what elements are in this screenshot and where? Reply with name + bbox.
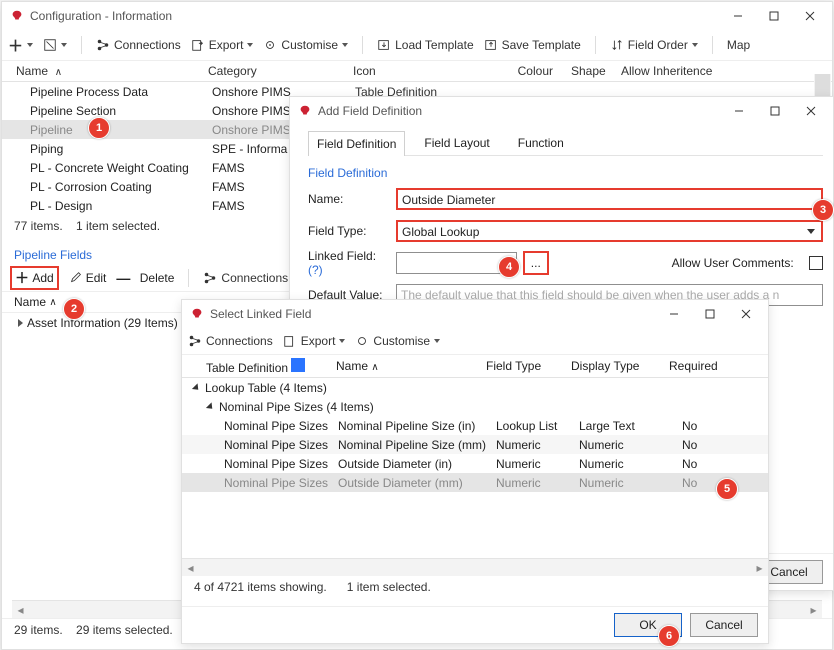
col-name[interactable]: Name ∧ [336,359,486,373]
afd-section-heading: Field Definition [308,166,823,180]
table-row[interactable]: Nominal Pipe SizesOutside Diameter (mm)N… [182,473,768,492]
titlebar: Configuration - Information [2,2,832,30]
app-icon [298,104,312,118]
close-button[interactable] [792,2,828,30]
minimize-button[interactable] [720,2,756,30]
col-field-type[interactable]: Field Type [486,359,571,373]
help-icon[interactable]: (?) [308,263,323,277]
slf-scrollbar[interactable]: ◂▸ [182,558,768,576]
customise-button[interactable]: Customise [263,38,348,52]
slf-title: Select Linked Field [210,307,656,321]
main-grid-header: Name ∧ Category Icon Colour Shape Allow … [2,61,832,82]
app-icon [190,307,204,321]
filter-toggle[interactable] [43,38,67,52]
table-row[interactable]: Nominal Pipe SizesNominal Pipeline Size … [182,435,768,454]
badge-1: 1 [88,117,110,139]
load-template-button[interactable]: Load Template [377,38,474,52]
add-field-button[interactable]: ＋ Add [10,266,59,290]
badge-4: 4 [498,256,520,278]
field-type-highlight: Global Lookup [396,220,823,242]
col-icon[interactable]: Icon [353,64,413,78]
afd-title: Add Field Definition [318,104,721,118]
afd-tabs: Field Definition Field Layout Function [308,131,823,156]
col-display-type[interactable]: Display Type [571,359,669,373]
browse-linked-field-button[interactable]: ... [525,252,547,274]
name-input[interactable]: Outside Diameter [398,190,821,208]
group-lookup-table[interactable]: Lookup Table (4 Items) [182,378,768,397]
badge-6: 6 [658,625,680,647]
slf-connections-button[interactable]: Connections [188,334,273,348]
col-shape[interactable]: Shape [571,64,621,78]
col-name[interactable]: Name ∧ [16,64,208,78]
badge-3: 3 [812,199,834,221]
slf-titlebar: Select Linked Field [182,300,768,328]
allow-comments-checkbox[interactable] [809,256,823,270]
name-input-highlight: Outside Diameter [396,188,823,210]
slf-grid-header: Table Definition Name ∧ Field Type Displ… [182,355,768,378]
slf-customise-button[interactable]: Customise [355,334,440,348]
minimize-button[interactable] [656,300,692,328]
afd-titlebar: Add Field Definition [290,97,833,125]
chevron-right-icon [18,319,23,327]
edit-field-button[interactable]: Edit [69,271,107,285]
main-toolbar: ＋ Connections Export Customise Load Temp… [2,30,832,61]
minimize-button[interactable] [721,97,757,125]
slf-status: 4 of 4721 items showing. 1 item selected… [182,576,768,606]
select-linked-field-window: Select Linked Field Connections Export C… [181,299,769,644]
delete-field-button[interactable]: — Delete [116,270,174,286]
table-row[interactable]: Nominal Pipe SizesOutside Diameter (in)N… [182,454,768,473]
maximize-button[interactable] [757,97,793,125]
badge-2: 2 [63,298,85,320]
save-template-button[interactable]: Save Template [484,38,581,52]
close-button[interactable] [793,97,829,125]
export-button[interactable]: Export [191,38,254,52]
field-order-button[interactable]: Field Order [610,38,698,52]
col-required[interactable]: Required [669,359,729,373]
tab-field-layout[interactable]: Field Layout [415,130,498,155]
chevron-down-icon [206,402,215,411]
field-type-select[interactable]: Global Lookup [398,222,821,240]
tab-field-definition[interactable]: Field Definition [308,131,405,156]
fields-connections-button[interactable]: Connections [203,271,288,285]
maximize-button[interactable] [756,2,792,30]
linked-field-label: Linked Field: (?) [308,249,390,277]
field-type-label: Field Type: [308,224,390,238]
col-allow[interactable]: Allow Inheritence [621,64,731,78]
table-row[interactable]: Nominal Pipe SizesNominal Pipeline Size … [182,416,768,435]
slf-footer: OK Cancel [182,606,768,643]
map-button[interactable]: Map [727,38,750,52]
connections-button[interactable]: Connections [96,38,181,52]
app-icon [10,9,24,23]
chevron-down-icon [192,383,201,392]
maximize-button[interactable] [692,300,728,328]
allow-comments-label: Allow User Comments: [672,256,794,270]
col-colour[interactable]: Colour [413,64,571,78]
group-nominal-pipe-sizes[interactable]: Nominal Pipe Sizes (4 Items) [182,397,768,416]
slf-export-button[interactable]: Export [283,334,346,348]
add-dropdown[interactable]: ＋ [8,35,33,56]
cancel-button[interactable]: Cancel [690,613,758,637]
col-table-definition[interactable]: Table Definition [206,358,336,375]
tab-function[interactable]: Function [509,130,573,155]
window-title: Configuration - Information [30,9,720,23]
badge-5: 5 [716,478,738,500]
close-button[interactable] [728,300,764,328]
name-label: Name: [308,192,390,206]
col-category[interactable]: Category [208,64,353,78]
slf-toolbar: Connections Export Customise [182,328,768,355]
